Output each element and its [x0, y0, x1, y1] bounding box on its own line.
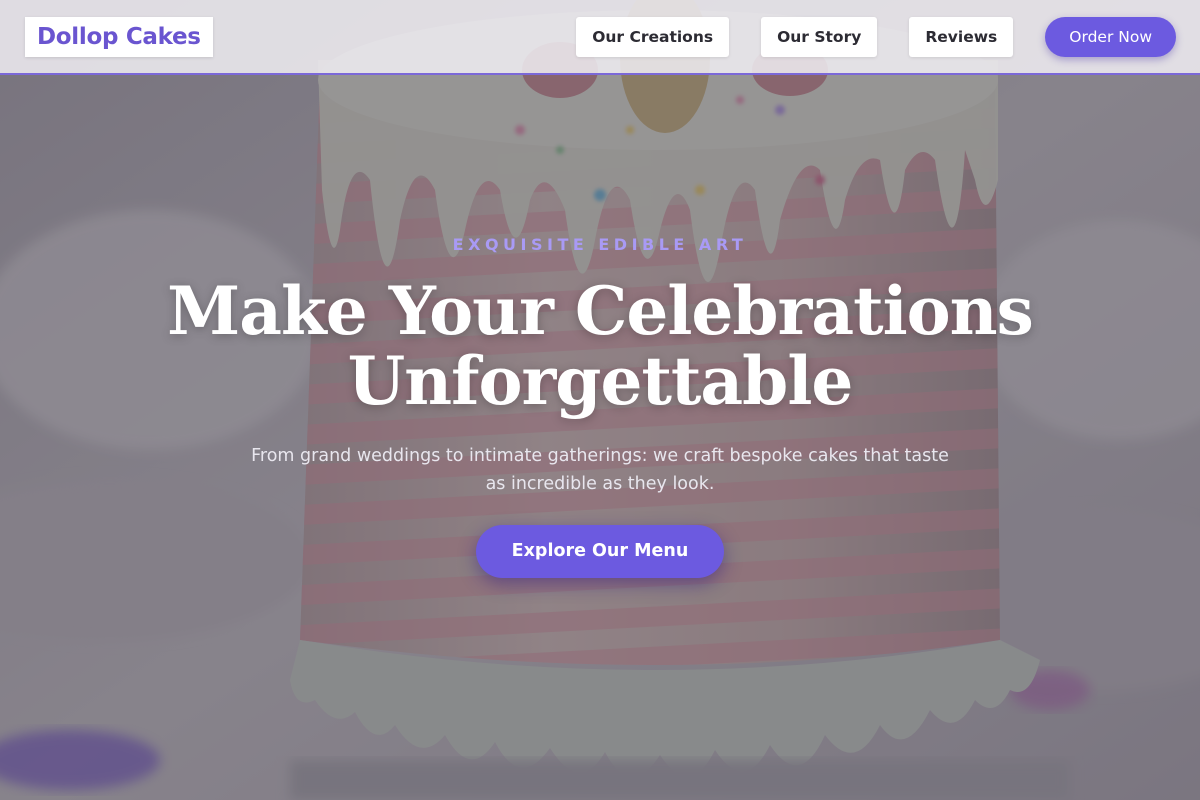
landing-page: Dollop Cakes Our Creations Our Story Rev… [0, 0, 1200, 800]
hero-title-line-1: Make Your Celebrations [167, 272, 1034, 350]
site-header: Dollop Cakes Our Creations Our Story Rev… [0, 0, 1200, 75]
main-nav: Our Creations Our Story Reviews Order No… [576, 17, 1176, 57]
explore-menu-button[interactable]: Explore Our Menu [476, 525, 724, 578]
order-now-button[interactable]: Order Now [1045, 17, 1176, 57]
nav-reviews[interactable]: Reviews [909, 17, 1014, 57]
nav-our-creations[interactable]: Our Creations [576, 17, 730, 57]
nav-our-story[interactable]: Our Story [761, 17, 878, 57]
hero-title-line-2: Unforgettable [347, 342, 854, 420]
brand-logo[interactable]: Dollop Cakes [25, 17, 213, 57]
hero-subtitle: From grand weddings to intimate gatherin… [251, 446, 949, 494]
hero-eyebrow: EXQUISITE EDIBLE ART [452, 235, 748, 254]
hero-title: Make Your Celebrations Unforgettable [100, 276, 1100, 416]
